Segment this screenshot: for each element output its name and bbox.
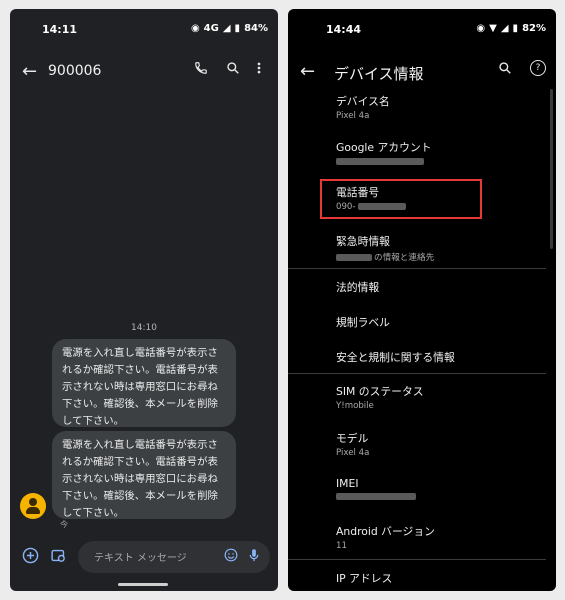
- settings-item-google-account[interactable]: Google アカウント: [336, 139, 544, 167]
- person-icon: [29, 498, 37, 506]
- message-input-container: [78, 541, 270, 573]
- phone-number-prefix: 090-: [336, 202, 356, 212]
- composer-bar: [10, 541, 278, 581]
- settings-item-emergency-info[interactable]: 緊急時情報 の情報と連絡先: [336, 233, 544, 263]
- search-icon[interactable]: [498, 61, 512, 79]
- status-time: 14:11: [42, 23, 78, 36]
- eye-icon: ◉: [476, 23, 486, 34]
- battery-percent: 82%: [522, 23, 546, 34]
- divider: [288, 559, 546, 560]
- settings-header: ← デバイス情報 ?: [288, 51, 556, 91]
- emergency-info-sub: の情報と連絡先: [374, 253, 435, 263]
- divider: [288, 268, 546, 269]
- device-info-screen: 14:44 ◉ ▼ ◢ ▮ 82% ← デバイス情報 ? デバイス名 Pixel…: [288, 9, 556, 591]
- conversation-header: ← 900006: [10, 51, 278, 91]
- redaction: [336, 254, 372, 261]
- avatar[interactable]: [20, 493, 46, 519]
- settings-item-device-name[interactable]: デバイス名 Pixel 4a: [336, 93, 544, 121]
- battery-icon: ▮: [234, 23, 241, 34]
- wifi-icon: ▼: [489, 23, 497, 34]
- message-status: 今: [60, 520, 68, 529]
- settings-item-legal-info[interactable]: 法的情報: [336, 279, 544, 295]
- settings-item-regulatory-labels[interactable]: 規制ラベル: [336, 314, 544, 330]
- microphone-icon[interactable]: [248, 548, 260, 567]
- status-bar: 14:11 ◉ 4G ◢ ▮ 84%: [10, 9, 278, 37]
- settings-item-ip-address[interactable]: IP アドレス: [336, 570, 544, 586]
- battery-icon: ▮: [512, 23, 519, 34]
- scrollbar[interactable]: [550, 89, 553, 249]
- gesture-nav-bar[interactable]: [118, 583, 168, 586]
- signal-icon: ◢: [500, 23, 509, 34]
- network-label: 4G: [203, 23, 219, 34]
- redaction: [357, 203, 406, 210]
- divider: [288, 373, 546, 374]
- page-title: デバイス情報: [334, 65, 424, 83]
- message-bubble[interactable]: 電源を入れ直し電話番号が表示されるか確認下さい。電話番号が表示されない時は専用窓…: [52, 431, 236, 519]
- status-time: 14:44: [326, 23, 362, 36]
- battery-percent: 84%: [244, 23, 268, 34]
- emoji-icon[interactable]: [224, 548, 238, 566]
- conversation-title: 900006: [48, 63, 102, 79]
- settings-item-model[interactable]: モデル Pixel 4a: [336, 430, 544, 458]
- add-circle-icon[interactable]: [22, 547, 39, 568]
- settings-item-sim-status[interactable]: SIM のステータス Y!mobile: [336, 383, 544, 411]
- status-bar: 14:44 ◉ ▼ ◢ ▮ 82%: [288, 9, 556, 37]
- arrow-back-icon[interactable]: ←: [22, 61, 37, 82]
- search-icon[interactable]: [226, 61, 240, 79]
- signal-icon: ◢: [222, 23, 231, 34]
- more-vert-icon[interactable]: [256, 61, 262, 79]
- settings-item-android-version[interactable]: Android バージョン 11: [336, 523, 544, 551]
- settings-item-imei[interactable]: IMEI: [336, 477, 544, 502]
- settings-item-safety-info[interactable]: 安全と規制に関する情報: [336, 349, 544, 365]
- arrow-back-icon[interactable]: ←: [300, 61, 315, 82]
- message-input[interactable]: [92, 549, 214, 567]
- help-icon[interactable]: ?: [530, 60, 546, 76]
- redaction: [336, 158, 424, 165]
- message-timestamp: 14:10: [131, 323, 157, 333]
- gallery-icon[interactable]: [50, 547, 67, 568]
- message-bubble[interactable]: 電源を入れ直し電話番号が表示されるか確認下さい。電話番号が表示されない時は専用窓…: [52, 339, 236, 427]
- eye-icon: ◉: [190, 23, 200, 34]
- phone-icon[interactable]: [194, 61, 208, 79]
- redaction: [336, 493, 416, 500]
- settings-item-phone-number[interactable]: 電話番号 090-: [336, 184, 544, 212]
- messages-screen: 14:11 ◉ 4G ◢ ▮ 84% ← 900006 14:10 電源を入れ直…: [10, 9, 278, 591]
